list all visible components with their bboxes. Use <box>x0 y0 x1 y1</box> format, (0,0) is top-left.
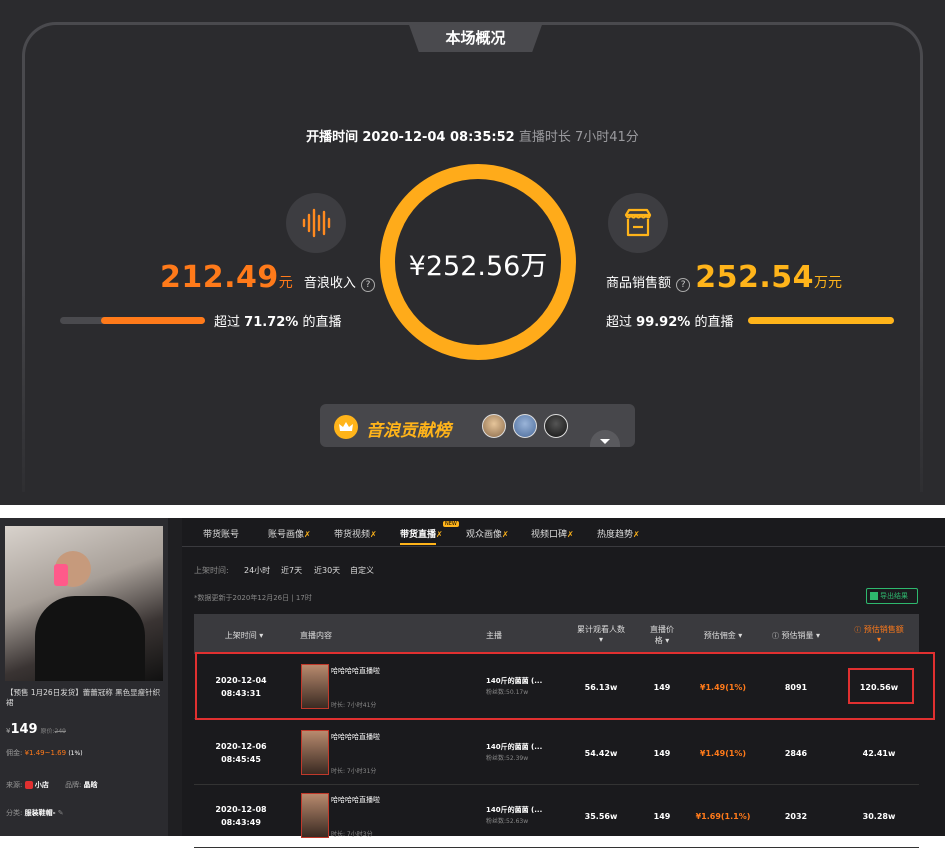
income-progress-fill <box>101 317 205 324</box>
viewers-value: 54.42w <box>584 749 618 758</box>
excel-icon <box>870 592 878 600</box>
header-revenue[interactable]: ⓘ 预估销售额 ▾ <box>848 624 910 644</box>
filter-30d[interactable]: 近30天 <box>314 565 340 576</box>
live-thumbnail[interactable] <box>301 793 329 838</box>
tab-sales-video[interactable]: 带货视频✗ <box>334 527 377 540</box>
filter-label: 上架时间: <box>194 566 229 575</box>
header-live-content: 直播内容 <box>300 631 332 640</box>
start-time-line: 开播时间 2020-12-04 08:35:52 直播时长 7小时41分 <box>306 130 639 145</box>
revenue-value: 42.41w <box>862 749 896 758</box>
product-image[interactable] <box>5 526 163 681</box>
tab-sales-account[interactable]: 带货账号 <box>203 527 239 540</box>
overview-title: 本场概况 <box>445 29 506 47</box>
product-title[interactable]: 【预售 1月26日发货】蕾蕾冠称 黑色显瘦针织裙 <box>6 688 166 708</box>
avatar[interactable] <box>513 414 537 438</box>
sales-exceed: 超过 99.92% 的直播 <box>606 315 734 330</box>
product-price-line: ¥149 原价:249 <box>6 722 66 737</box>
sales-value: 2846 <box>784 749 808 758</box>
product-sales: 商品销售额 ? 252.54万元 <box>606 260 842 295</box>
crown-icon <box>334 415 358 439</box>
avatar[interactable] <box>544 414 568 438</box>
source-line: 来源: 小店 品牌: 晶晗 <box>6 781 98 789</box>
product-price: 149 <box>10 722 38 737</box>
live-title[interactable]: 哈哈哈哈直播啦 <box>331 795 380 805</box>
sales-value: 2032 <box>784 812 808 821</box>
header-live-price[interactable]: 直播价格 ▾ <box>647 624 677 646</box>
host-name[interactable]: 140斤的菌菌 (... <box>486 805 542 815</box>
category-line: 分类: 服装鞋帽- ✎ <box>6 809 64 817</box>
new-badge: NEW <box>443 521 459 527</box>
host-fans: 粉丝数:52.39w <box>486 755 529 762</box>
sales-progress-fill <box>748 317 894 324</box>
tab-sales-live[interactable]: 带货直播✗ <box>400 527 443 540</box>
tab-account-profile[interactable]: 账号画像✗ <box>268 527 311 540</box>
header-commission[interactable]: 预估佣金 ▾ <box>698 630 748 641</box>
highlight-row-box <box>195 652 935 720</box>
income-exceed: 超过 71.72% 的直播 <box>214 315 342 330</box>
header-list-time[interactable]: 上架时间 ▾ <box>214 630 274 641</box>
expand-button[interactable] <box>590 430 620 447</box>
tab-heat-trend[interactable]: 热度趋势✗ <box>597 527 640 540</box>
filter-24h[interactable]: 24小时 <box>244 565 270 576</box>
live-duration: 时长: 7小时3分 <box>331 831 373 838</box>
commission-value: ¥1.49(1%) <box>699 749 747 758</box>
store-icon <box>608 193 668 253</box>
active-tab-underline <box>400 543 436 545</box>
row-list-time: 2020-12-06 08:45:45 <box>215 742 267 764</box>
highlight-revenue-box <box>848 668 914 704</box>
help-icon[interactable]: ? <box>676 278 691 292</box>
revenue-value: 30.28w <box>862 812 896 821</box>
start-time: 2020-12-04 08:35:52 <box>362 130 515 145</box>
header-host: 主播 <box>486 631 502 640</box>
filter-7d[interactable]: 近7天 <box>281 565 302 576</box>
updated-note: *数据更新于2020年12月26日 | 17时 <box>194 594 312 602</box>
help-icon[interactable]: ? <box>360 278 375 292</box>
total-sales-value: ¥252.56万 <box>408 251 548 282</box>
filter-custom[interactable]: 自定义 <box>350 565 374 576</box>
tab-audience-profile[interactable]: 观众画像✗ <box>466 527 509 540</box>
price-value: 149 <box>653 749 671 758</box>
shop-icon <box>24 781 33 789</box>
live-thumbnail[interactable] <box>301 730 329 775</box>
avatar[interactable] <box>482 414 506 438</box>
product-sidebar: ☆ 【预售 1月26日发货】蕾蕾冠称 黑色显瘦针织裙 ¥149 原价:249 佣… <box>0 518 168 836</box>
commission-line: 佣金: ¥1.49~1.69 (1%) <box>6 749 83 757</box>
duration: 7小时41分 <box>574 130 639 145</box>
tab-video-reputation[interactable]: 视频口碑✗ <box>531 527 574 540</box>
header-viewers[interactable]: 累计观看人数 ▾ <box>570 624 632 644</box>
export-button[interactable]: 导出结果 <box>866 588 918 604</box>
commission-value: ¥1.69(1.1%) <box>695 812 751 821</box>
live-title[interactable]: 哈哈哈哈直播啦 <box>331 732 380 742</box>
host-fans: 粉丝数:52.63w <box>486 818 529 825</box>
header-sales[interactable]: ⓘ 预估销量 ▾ <box>764 630 828 641</box>
host-name[interactable]: 140斤的菌菌 (... <box>486 742 542 752</box>
live-duration: 时长: 7小时31分 <box>331 768 377 775</box>
sound-wave-icon <box>286 193 346 253</box>
edit-icon[interactable]: ✎ <box>58 809 64 817</box>
price-value: 149 <box>653 812 671 821</box>
sound-wave-income: 212.49元 音浪收入 ? <box>160 260 375 295</box>
rank-label: 音浪贡献榜 <box>366 421 451 441</box>
row-list-time: 2020-12-08 08:43:49 <box>215 805 267 827</box>
viewers-value: 35.56w <box>584 812 618 821</box>
